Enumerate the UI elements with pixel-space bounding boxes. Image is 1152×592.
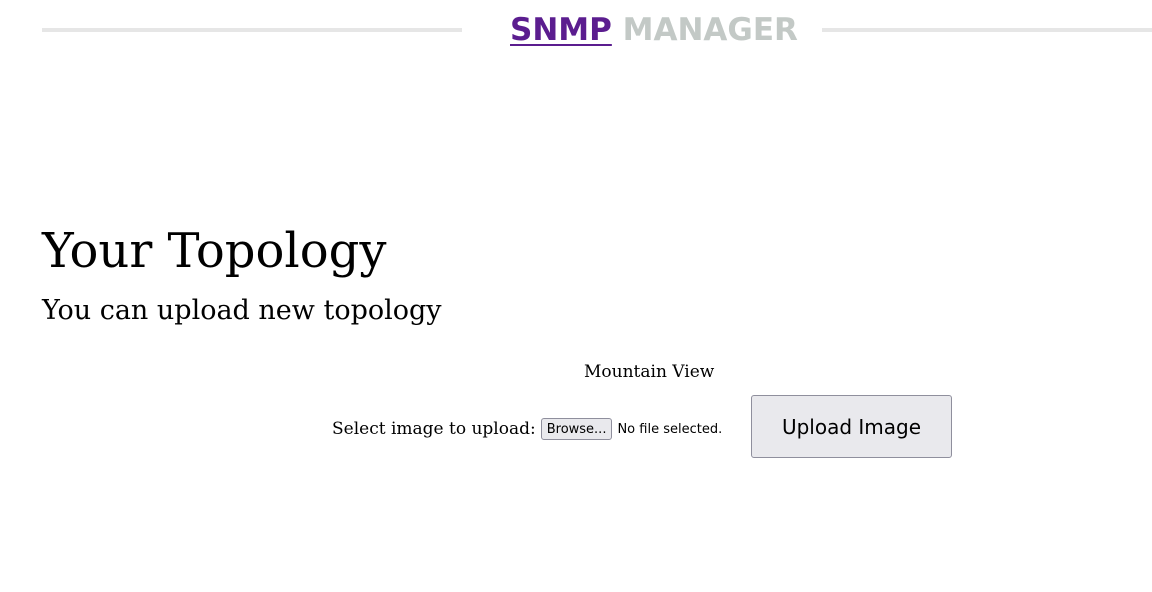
upload-form: Select image to upload: Browse... No fil… bbox=[332, 417, 722, 441]
page-title: Your Topology bbox=[42, 223, 387, 279]
file-status-text: No file selected. bbox=[617, 421, 723, 437]
brand-logo: SNMP MANAGER bbox=[510, 10, 798, 50]
location-label: Mountain View bbox=[584, 362, 715, 382]
header-rule-left bbox=[42, 28, 462, 32]
page-subtitle: You can upload new topology bbox=[42, 295, 442, 326]
home-link[interactable]: SNMP bbox=[510, 12, 612, 48]
browse-button[interactable]: Browse... bbox=[540, 418, 613, 440]
upload-label: Select image to upload: bbox=[332, 419, 536, 439]
header-rule-right bbox=[822, 28, 1152, 32]
upload-image-button[interactable]: Upload Image bbox=[751, 395, 952, 458]
brand-secondary-text: MANAGER bbox=[622, 12, 798, 48]
